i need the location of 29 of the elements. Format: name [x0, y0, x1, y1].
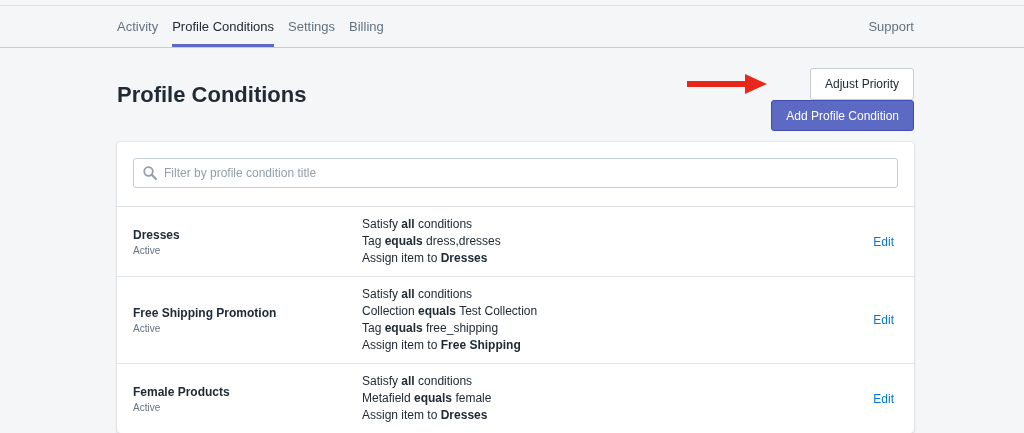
condition-rule: Assign item to Dresses: [362, 250, 489, 267]
condition-title: Dresses: [133, 227, 181, 242]
adjust-priority-button[interactable]: Adjust Priority: [809, 68, 914, 100]
condition-rule: Metafield equals female: [362, 390, 493, 407]
condition-rule: Tag equals free_shipping: [362, 320, 500, 337]
condition-rule: Satisfy all conditions: [362, 286, 474, 303]
condition-rule: Assign item to Free Shipping: [362, 337, 522, 354]
add-profile-condition-button[interactable]: Add Profile Condition: [771, 100, 914, 131]
condition-rule: Collection equals Test Collection: [362, 303, 539, 320]
page-title: Profile Conditions: [117, 82, 307, 109]
condition-rule: Assign item to Dresses: [362, 407, 489, 424]
nav-tab[interactable]: Billing: [349, 6, 384, 47]
condition-title: Female Products: [133, 384, 231, 399]
nav-tab[interactable]: Settings: [288, 6, 336, 47]
condition-status: Active: [133, 401, 162, 413]
search-field[interactable]: Filter by profile condition title: [133, 158, 898, 188]
condition-rule: Tag equals dress,dresses: [362, 233, 502, 250]
condition-status: Active: [133, 244, 162, 256]
edit-link[interactable]: Edit: [873, 234, 894, 249]
condition-title: Free Shipping Promotion: [133, 306, 278, 320]
arrow-icon: [687, 74, 768, 94]
support-link[interactable]: Support: [868, 19, 914, 34]
condition-status: Active: [133, 323, 162, 334]
nav-tab[interactable]: Profile Conditions: [172, 6, 275, 47]
nav-tab[interactable]: Activity: [117, 6, 159, 47]
condition-rule: Satisfy all conditions: [362, 373, 474, 390]
edit-link[interactable]: Edit: [873, 391, 894, 406]
edit-link[interactable]: Edit: [873, 313, 894, 327]
condition-rule: Satisfy all conditions: [362, 216, 474, 233]
